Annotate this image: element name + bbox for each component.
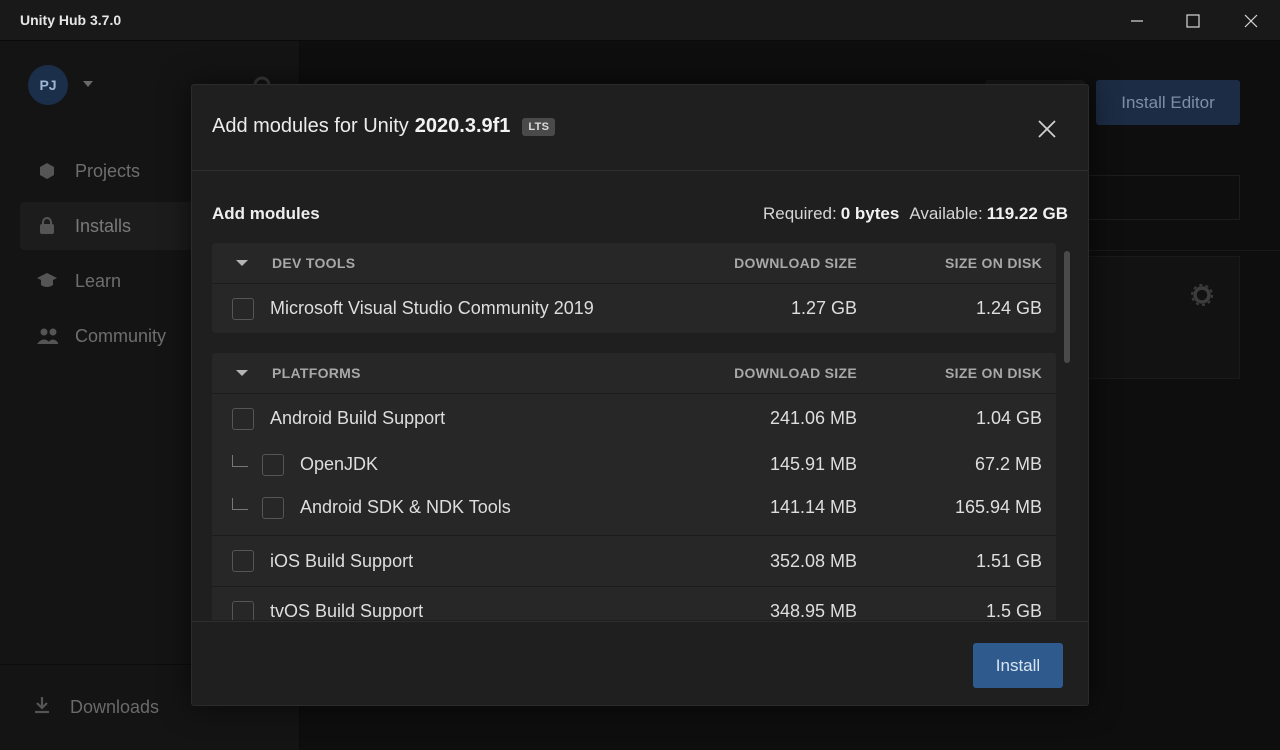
section-header[interactable]: DEV TOOLS DOWNLOAD SIZE SIZE ON DISK bbox=[212, 243, 1056, 284]
available-label: Available: bbox=[909, 204, 983, 223]
module-download-size: 241.06 MB bbox=[769, 408, 857, 428]
module-checkbox[interactable] bbox=[262, 453, 284, 476]
module-name: Android SDK & NDK Tools bbox=[300, 497, 511, 517]
section-header[interactable]: PLATFORMS DOWNLOAD SIZE SIZE ON DISK bbox=[212, 353, 1056, 394]
module-name: OpenJDK bbox=[300, 454, 379, 474]
close-icon bbox=[1244, 14, 1258, 27]
graduation-cap-icon bbox=[36, 270, 58, 292]
minimize-icon bbox=[1131, 19, 1143, 22]
sidebar-item-label: Projects bbox=[75, 160, 141, 181]
submodule-row[interactable]: Android SDK & NDK Tools 141.14 MB 165.94… bbox=[212, 486, 1056, 529]
module-download-size: 141.14 MB bbox=[769, 497, 857, 517]
column-header-download-size: DOWNLOAD SIZE bbox=[734, 365, 857, 381]
dialog-header: Add modules for Unity 2020.3.9f1 LTS bbox=[192, 85, 1088, 171]
sidebar-item-label: Installs bbox=[75, 215, 132, 236]
divider bbox=[1088, 250, 1280, 251]
cube-icon bbox=[36, 160, 58, 182]
lock-icon bbox=[36, 215, 58, 237]
module-row[interactable]: tvOS Build Support 348.95 MB 1.5 GB bbox=[212, 586, 1056, 620]
module-checkbox[interactable] bbox=[232, 297, 254, 320]
module-section-dev-tools: DEV TOOLS DOWNLOAD SIZE SIZE ON DISK Mic… bbox=[212, 243, 1056, 333]
caret-down-icon[interactable] bbox=[236, 370, 248, 376]
module-row[interactable]: iOS Build Support 352.08 MB 1.51 GB bbox=[212, 535, 1056, 586]
required-value: 0 bytes bbox=[840, 204, 900, 223]
list-scrollbar[interactable] bbox=[1064, 251, 1070, 363]
required-label: Required: bbox=[763, 204, 837, 223]
minimize-button[interactable] bbox=[1108, 0, 1166, 41]
chevron-down-icon[interactable] bbox=[83, 81, 93, 87]
maximize-button[interactable] bbox=[1164, 0, 1222, 41]
dialog-footer: Install bbox=[192, 621, 1088, 705]
module-name: Android Build Support bbox=[270, 408, 446, 428]
module-checkbox[interactable] bbox=[232, 407, 254, 430]
downloads-label: Downloads bbox=[70, 697, 160, 717]
people-icon bbox=[36, 325, 58, 347]
install-button[interactable]: Install bbox=[973, 643, 1063, 688]
module-row[interactable]: Microsoft Visual Studio Community 2019 1… bbox=[212, 284, 1056, 333]
maximize-icon bbox=[1186, 13, 1200, 28]
sidebar-item-label: Learn bbox=[75, 270, 122, 291]
section-name: PLATFORMS bbox=[272, 365, 361, 381]
dialog-title: Add modules for Unity 2020.3.9f1 LTS bbox=[212, 115, 556, 138]
tree-connector-icon bbox=[232, 454, 248, 467]
column-header-size-on-disk: SIZE ON DISK bbox=[945, 255, 1042, 271]
caret-down-icon[interactable] bbox=[236, 260, 248, 266]
install-editor-button[interactable]: Install Editor bbox=[1096, 80, 1240, 125]
module-download-size: 145.91 MB bbox=[769, 454, 857, 474]
install-card[interactable] bbox=[1088, 256, 1240, 379]
submodule-row[interactable]: OpenJDK 145.91 MB 67.2 MB bbox=[212, 443, 1056, 486]
window-title: Unity Hub 3.7.0 bbox=[20, 12, 122, 28]
module-download-size: 1.27 GB bbox=[790, 298, 857, 318]
module-checkbox[interactable] bbox=[232, 600, 254, 620]
module-name: tvOS Build Support bbox=[270, 601, 424, 620]
modules-list[interactable]: DEV TOOLS DOWNLOAD SIZE SIZE ON DISK Mic… bbox=[212, 243, 1056, 620]
window-close-button[interactable] bbox=[1222, 0, 1280, 41]
module-size-on-disk: 1.04 GB bbox=[975, 408, 1042, 428]
available-value: 119.22 GB bbox=[986, 204, 1068, 223]
module-checkbox[interactable] bbox=[262, 496, 284, 519]
module-section-platforms: PLATFORMS DOWNLOAD SIZE SIZE ON DISK And… bbox=[212, 353, 1056, 620]
window-titlebar: Unity Hub 3.7.0 bbox=[0, 0, 1280, 41]
module-size-on-disk: 165.94 MB bbox=[954, 497, 1042, 517]
download-icon bbox=[32, 695, 52, 720]
column-header-download-size: DOWNLOAD SIZE bbox=[734, 255, 857, 271]
section-title: Add modules bbox=[212, 204, 320, 223]
module-row[interactable]: Android Build Support 241.06 MB 1.04 GB bbox=[212, 394, 1056, 443]
module-size-on-disk: 1.5 GB bbox=[985, 601, 1042, 620]
module-download-size: 348.95 MB bbox=[769, 601, 857, 620]
module-download-size: 352.08 MB bbox=[769, 550, 857, 571]
module-size-on-disk: 1.51 GB bbox=[975, 550, 1042, 571]
add-modules-dialog: Add modules for Unity 2020.3.9f1 LTS Add… bbox=[191, 84, 1089, 706]
module-name: iOS Build Support bbox=[270, 550, 414, 571]
module-size-on-disk: 67.2 MB bbox=[974, 454, 1042, 474]
disk-space-info: Required: 0 bytes Available: 119.22 GB bbox=[763, 204, 1068, 224]
unity-version: 2020.3.9f1 bbox=[414, 115, 511, 137]
gear-icon[interactable] bbox=[1190, 283, 1214, 307]
section-name: DEV TOOLS bbox=[272, 255, 356, 271]
avatar[interactable]: PJ bbox=[28, 65, 68, 105]
column-header-size-on-disk: SIZE ON DISK bbox=[945, 365, 1042, 381]
module-name: Microsoft Visual Studio Community 2019 bbox=[270, 298, 594, 318]
dialog-title-text: Add modules for Unity bbox=[212, 115, 409, 137]
close-icon bbox=[1038, 120, 1056, 138]
module-size-on-disk: 1.24 GB bbox=[975, 298, 1042, 318]
module-checkbox[interactable] bbox=[232, 550, 254, 572]
search-input[interactable] bbox=[1088, 175, 1240, 220]
tree-connector-icon bbox=[232, 497, 248, 510]
dialog-close-button[interactable] bbox=[1032, 114, 1062, 144]
sidebar-item-label: Community bbox=[75, 325, 167, 346]
lts-badge: LTS bbox=[522, 117, 556, 136]
